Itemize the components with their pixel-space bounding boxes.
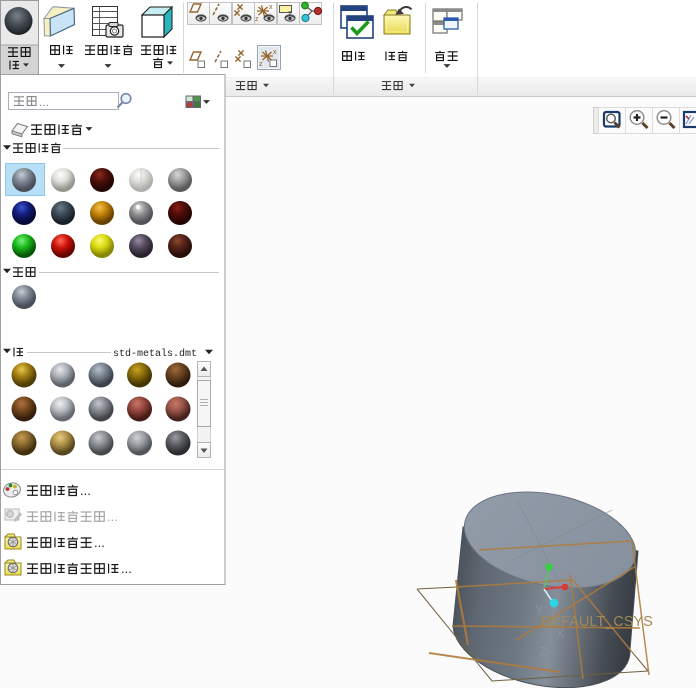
svg-text:...: ... bbox=[39, 95, 49, 109]
svg-text:...: ... bbox=[94, 535, 105, 550]
svg-text:z: z bbox=[259, 61, 263, 68]
svg-text:x: x bbox=[273, 49, 277, 56]
svg-text:x: x bbox=[269, 4, 273, 11]
svg-text:z: z bbox=[255, 16, 259, 23]
svg-text:DEFAULT_CSYS: DEFAULT_CSYS bbox=[541, 614, 653, 630]
svg-text:Z: Z bbox=[539, 644, 547, 659]
svg-text:...: ... bbox=[107, 509, 118, 524]
svg-text:...: ... bbox=[80, 483, 91, 498]
svg-text:std-metals.dmt: std-metals.dmt bbox=[113, 348, 197, 360]
svg-text:...: ... bbox=[121, 561, 132, 576]
